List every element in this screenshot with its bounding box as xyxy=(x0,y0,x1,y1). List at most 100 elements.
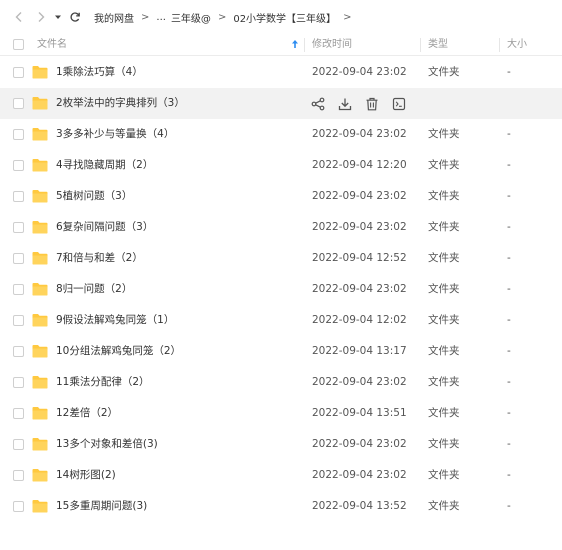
file-type: 文件夹 xyxy=(428,500,460,512)
delete-icon[interactable] xyxy=(364,96,380,111)
folder-icon xyxy=(32,314,48,327)
column-divider xyxy=(420,38,421,52)
refresh-icon[interactable] xyxy=(66,8,84,26)
file-row[interactable]: 9假设法解鸡兔同笼（1） 2022-09-04 12:02 文件夹 - xyxy=(0,305,562,336)
share-icon[interactable] xyxy=(310,96,326,111)
back-arrow-icon[interactable] xyxy=(10,8,28,26)
file-name[interactable]: 11乘法分配律（2） xyxy=(56,367,150,398)
column-header-modified[interactable]: 修改时间 xyxy=(312,34,352,56)
file-name[interactable]: 14树形图(2) xyxy=(56,460,116,491)
file-size: - xyxy=(507,345,511,357)
file-row[interactable]: 7和倍与和差（2） 2022-09-04 12:52 文件夹 - xyxy=(0,243,562,274)
file-row[interactable]: 11乘法分配律（2） 2022-09-04 23:02 文件夹 - xyxy=(0,367,562,398)
file-modified-time: 2022-09-04 23:02 xyxy=(312,438,407,450)
row-checkbox[interactable] xyxy=(13,98,24,109)
dropdown-caret-icon[interactable] xyxy=(52,8,64,26)
navigation-bar: 我的网盘 > ... 三年级@ > 02小学数学【三年级】 > xyxy=(0,0,562,34)
row-checkbox[interactable] xyxy=(13,222,24,233)
file-name[interactable]: 9假设法解鸡兔同笼（1） xyxy=(56,305,174,336)
file-name[interactable]: 5植树问题（3） xyxy=(56,181,132,212)
file-name[interactable]: 2枚举法中的字典排列（3） xyxy=(56,88,185,119)
column-header-name[interactable]: 文件名 xyxy=(37,34,67,56)
file-modified-time: 2022-09-04 12:52 xyxy=(312,252,407,264)
file-size: - xyxy=(507,159,511,171)
file-row[interactable]: 13多个对象和差倍(3) 2022-09-04 23:02 文件夹 - xyxy=(0,429,562,460)
more-icon[interactable] xyxy=(391,96,407,111)
row-checkbox[interactable] xyxy=(13,160,24,171)
file-row[interactable]: 3多多补少与等量换（4） 2022-09-04 23:02 文件夹 - xyxy=(0,119,562,150)
file-name[interactable]: 7和倍与和差（2） xyxy=(56,243,143,274)
file-row[interactable]: 15多重周期问题(3) 2022-09-04 13:52 文件夹 - xyxy=(0,491,562,522)
file-row[interactable]: 14树形图(2) 2022-09-04 23:02 文件夹 - xyxy=(0,460,562,491)
file-row[interactable]: 6复杂间隔问题（3） 2022-09-04 23:02 文件夹 - xyxy=(0,212,562,243)
file-modified-time: 2022-09-04 23:02 xyxy=(312,66,407,78)
breadcrumb-root[interactable]: 我的网盘 xyxy=(94,10,134,25)
folder-icon xyxy=(32,221,48,234)
file-modified-time: 2022-09-04 13:17 xyxy=(312,345,407,357)
breadcrumb-separator: > xyxy=(343,11,352,23)
file-type: 文件夹 xyxy=(428,128,460,140)
file-size: - xyxy=(507,252,511,264)
file-size: - xyxy=(507,469,511,481)
file-type: 文件夹 xyxy=(428,190,460,202)
file-name[interactable]: 4寻找隐藏周期（2） xyxy=(56,150,153,181)
row-checkbox[interactable] xyxy=(13,470,24,481)
row-checkbox[interactable] xyxy=(13,67,24,78)
breadcrumb-current[interactable]: 02小学数学【三年级】 xyxy=(233,10,336,25)
file-name[interactable]: 15多重周期问题(3) xyxy=(56,491,147,522)
sort-ascending-icon[interactable] xyxy=(291,34,299,56)
folder-icon xyxy=(32,66,48,79)
row-checkbox[interactable] xyxy=(13,191,24,202)
folder-icon xyxy=(32,345,48,358)
file-name[interactable]: 1乘除法巧算（4） xyxy=(56,57,143,88)
file-type: 文件夹 xyxy=(428,407,460,419)
file-row[interactable]: 8归一问题（2） 2022-09-04 23:02 文件夹 - xyxy=(0,274,562,305)
row-checkbox[interactable] xyxy=(13,408,24,419)
folder-icon xyxy=(32,159,48,172)
file-row[interactable]: 5植树问题（3） 2022-09-04 23:02 文件夹 - xyxy=(0,181,562,212)
select-all-checkbox[interactable] xyxy=(13,39,24,50)
folder-icon xyxy=(32,252,48,265)
row-checkbox[interactable] xyxy=(13,315,24,326)
file-name[interactable]: 8归一问题（2） xyxy=(56,274,132,305)
forward-arrow-icon[interactable] xyxy=(32,8,50,26)
file-size: - xyxy=(507,376,511,388)
breadcrumb-grade[interactable]: 三年级@ xyxy=(171,10,211,25)
row-checkbox[interactable] xyxy=(13,129,24,140)
file-modified-time: 2022-09-04 23:02 xyxy=(312,376,407,388)
file-size: - xyxy=(507,407,511,419)
row-checkbox[interactable] xyxy=(13,377,24,388)
file-size: - xyxy=(507,221,511,233)
file-type: 文件夹 xyxy=(428,376,460,388)
folder-icon xyxy=(32,376,48,389)
file-row[interactable]: 1乘除法巧算（4） 2022-09-04 23:02 文件夹 - xyxy=(0,57,562,88)
file-modified-time: 2022-09-04 23:02 xyxy=(312,221,407,233)
file-row[interactable]: 2枚举法中的字典排列（3） xyxy=(0,88,562,119)
file-row[interactable]: 10分组法解鸡兔同笼（2） 2022-09-04 13:17 文件夹 - xyxy=(0,336,562,367)
file-size: - xyxy=(507,438,511,450)
column-divider xyxy=(499,38,500,52)
row-checkbox[interactable] xyxy=(13,501,24,512)
file-row[interactable]: 4寻找隐藏周期（2） 2022-09-04 12:20 文件夹 - xyxy=(0,150,562,181)
folder-icon xyxy=(32,407,48,420)
file-name[interactable]: 12差倍（2） xyxy=(56,398,118,429)
download-icon[interactable] xyxy=(337,96,353,111)
row-actions xyxy=(310,96,407,111)
file-type: 文件夹 xyxy=(428,221,460,233)
file-name[interactable]: 10分组法解鸡兔同笼（2） xyxy=(56,336,181,367)
column-header-type[interactable]: 类型 xyxy=(428,34,448,56)
column-header-size[interactable]: 大小 xyxy=(507,34,527,56)
file-modified-time: 2022-09-04 12:02 xyxy=(312,314,407,326)
file-row[interactable]: 12差倍（2） 2022-09-04 13:51 文件夹 - xyxy=(0,398,562,429)
row-checkbox[interactable] xyxy=(13,253,24,264)
file-name[interactable]: 3多多补少与等量换（4） xyxy=(56,119,174,150)
row-checkbox[interactable] xyxy=(13,346,24,357)
file-name[interactable]: 13多个对象和差倍(3) xyxy=(56,429,158,460)
row-checkbox[interactable] xyxy=(13,439,24,450)
breadcrumb-ellipsis[interactable]: ... xyxy=(156,12,166,23)
file-size: - xyxy=(507,314,511,326)
row-checkbox[interactable] xyxy=(13,284,24,295)
file-name[interactable]: 6复杂间隔问题（3） xyxy=(56,212,153,243)
file-type: 文件夹 xyxy=(428,345,460,357)
folder-icon xyxy=(32,500,48,513)
